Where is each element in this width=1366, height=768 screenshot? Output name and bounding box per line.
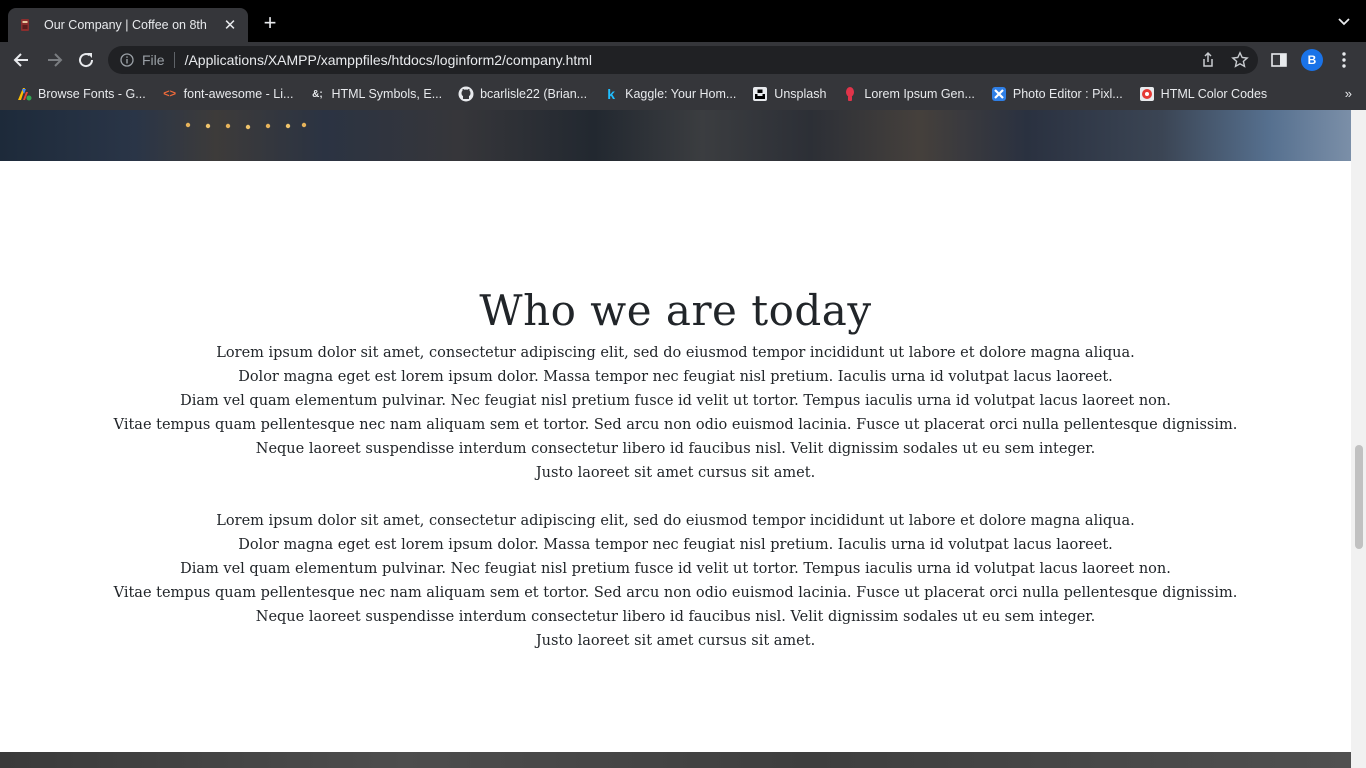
- paragraph-line: Lorem ipsum dolor sit amet, consectetur …: [216, 513, 1135, 529]
- bookmark-font-awesome[interactable]: <> font-awesome - Li...: [162, 86, 294, 102]
- paragraph-2: Lorem ipsum dolor sit amet, consectetur …: [0, 509, 1351, 653]
- scrollbar-thumb[interactable]: [1355, 445, 1363, 549]
- share-icon[interactable]: [1199, 51, 1217, 69]
- kaggle-icon: k: [607, 86, 615, 102]
- about-section: Who we are today Lorem ipsum dolor sit a…: [0, 285, 1351, 653]
- paragraph-line: Justo laoreet sit amet cursus sit amet.: [535, 633, 816, 649]
- bookmark-lorem-ipsum[interactable]: Lorem Ipsum Gen...: [842, 86, 975, 102]
- hero-image: [0, 110, 1351, 161]
- bookmark-label: Kaggle: Your Hom...: [625, 87, 737, 101]
- close-tab-icon[interactable]: ✕: [222, 16, 238, 34]
- code-brackets-icon: <>: [163, 88, 177, 100]
- page-viewport: Who we are today Lorem ipsum dolor sit a…: [0, 110, 1351, 768]
- paragraph-line: Dolor magna eget est lorem ipsum dolor. …: [238, 537, 1113, 553]
- pixlr-icon: [991, 87, 1006, 101]
- footer-image-strip: [0, 752, 1351, 768]
- url-text[interactable]: /Applications/XAMPP/xamppfiles/htdocs/lo…: [185, 52, 592, 68]
- bookmark-html-symbols[interactable]: &; HTML Symbols, E...: [309, 86, 442, 102]
- address-separator: [173, 52, 175, 68]
- bookmark-kaggle[interactable]: k Kaggle: Your Hom...: [603, 86, 736, 102]
- new-tab-icon[interactable]: +: [259, 12, 281, 34]
- more-bookmarks-icon[interactable]: »: [1345, 86, 1352, 101]
- bookmark-label: Unsplash: [774, 87, 827, 101]
- more-menu-icon[interactable]: [1336, 50, 1352, 70]
- bookmark-label: HTML Symbols, E...: [331, 87, 443, 101]
- paragraph-line: Diam vel quam elementum pulvinar. Nec fe…: [180, 393, 1171, 409]
- paragraph-line: Vitae tempus quam pellentesque nec nam a…: [113, 585, 1238, 601]
- address-bar[interactable]: File /Applications/XAMPP/xamppfiles/htdo…: [108, 46, 1258, 74]
- browser-toolbar: File /Applications/XAMPP/xamppfiles/htdo…: [0, 42, 1366, 78]
- bookmark-label: font-awesome - Li...: [183, 87, 294, 101]
- section-heading: Who we are today: [479, 286, 872, 335]
- active-tab[interactable]: Our Company | Coffee on 8th ✕: [8, 8, 248, 42]
- bookmark-github[interactable]: bcarlisle22 (Brian...: [458, 86, 587, 102]
- google-fonts-icon: [18, 88, 32, 101]
- reload-icon[interactable]: [76, 50, 96, 70]
- bookmark-html-color-codes[interactable]: HTML Color Codes: [1139, 86, 1268, 102]
- lorem-ipsum-icon: [846, 87, 855, 101]
- bookmark-unsplash[interactable]: Unsplash: [752, 86, 826, 102]
- paragraph-line: Neque laoreet suspendisse interdum conse…: [255, 609, 1096, 625]
- bookmark-label: HTML Color Codes: [1160, 87, 1268, 101]
- paragraph-line: Neque laoreet suspendisse interdum conse…: [255, 441, 1096, 457]
- unsplash-icon: [753, 87, 768, 101]
- ampersand-icon: &;: [312, 88, 323, 100]
- page-scrollbar[interactable]: [1351, 110, 1366, 768]
- paragraph-line: Lorem ipsum dolor sit amet, consectetur …: [216, 345, 1135, 361]
- tab-strip: Our Company | Coffee on 8th ✕ +: [0, 0, 1366, 42]
- paragraph-line: Vitae tempus quam pellentesque nec nam a…: [113, 417, 1238, 433]
- tab-search-chevron-icon[interactable]: [1336, 14, 1352, 30]
- bookmark-pixlr[interactable]: Photo Editor : Pixl...: [991, 86, 1123, 102]
- paragraph-1: Lorem ipsum dolor sit amet, consectetur …: [0, 341, 1351, 485]
- back-arrow-icon[interactable]: [12, 50, 32, 70]
- paragraph-line: Justo laoreet sit amet cursus sit amet.: [535, 465, 816, 481]
- tab-title: Our Company | Coffee on 8th: [44, 18, 207, 32]
- github-icon: [458, 86, 474, 102]
- bookmark-google-fonts[interactable]: Browse Fonts - G...: [16, 86, 146, 102]
- bookmark-label: Photo Editor : Pixl...: [1012, 87, 1123, 101]
- bookmarks-bar: Browse Fonts - G... <> font-awesome - Li…: [0, 78, 1366, 110]
- coffee-favicon-icon: [21, 19, 29, 31]
- paragraph-line: Dolor magna eget est lorem ipsum dolor. …: [238, 369, 1113, 385]
- bookmark-label: bcarlisle22 (Brian...: [480, 87, 588, 101]
- forward-arrow-icon[interactable]: [44, 50, 64, 70]
- string-lights-decoration: [185, 122, 307, 130]
- profile-avatar[interactable]: B: [1301, 49, 1323, 71]
- side-panel-icon[interactable]: [1270, 51, 1288, 69]
- bookmark-label: Lorem Ipsum Gen...: [864, 87, 975, 101]
- bookmark-star-icon[interactable]: [1231, 51, 1249, 69]
- bookmark-label: Browse Fonts - G...: [38, 87, 146, 101]
- site-info-icon[interactable]: [120, 53, 134, 67]
- paragraph-line: Diam vel quam elementum pulvinar. Nec fe…: [180, 561, 1171, 577]
- scheme-label: File: [142, 52, 165, 68]
- color-picker-icon: [1139, 87, 1154, 101]
